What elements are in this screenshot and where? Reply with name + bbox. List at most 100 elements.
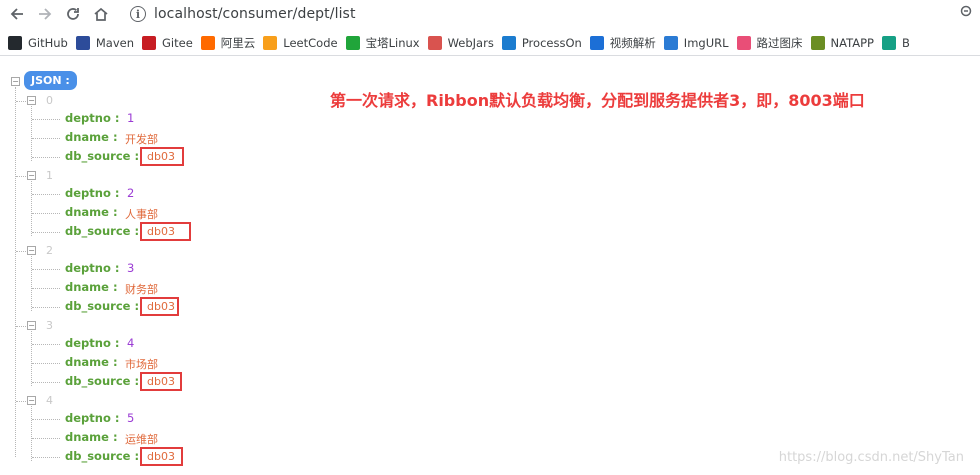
bookmark-label: ProcessOn xyxy=(521,35,582,50)
webjars-icon xyxy=(427,35,442,50)
bookmark-maven[interactable]: Maven xyxy=(75,33,134,53)
bookmark-processon[interactable]: ProcessOn xyxy=(501,33,582,53)
tree-line xyxy=(32,194,60,195)
collapse-item-toggle[interactable]: − xyxy=(27,171,36,180)
key-db-source: db_source : xyxy=(65,149,140,163)
arrow-left-icon xyxy=(10,8,23,20)
forward-button[interactable] xyxy=(34,3,56,25)
tree-line xyxy=(32,344,60,345)
tree-line xyxy=(32,138,60,139)
bookmark-luguo[interactable]: 路过图床 xyxy=(736,33,803,53)
bookmark-label: WebJars xyxy=(447,35,494,50)
bookmark-imgurl[interactable]: ImgURL xyxy=(663,33,729,53)
collapse-item-toggle[interactable]: − xyxy=(27,246,36,255)
zoom-icon[interactable] xyxy=(960,5,974,19)
github-icon xyxy=(8,35,22,50)
tree-line xyxy=(32,307,60,308)
item-index: 3 xyxy=(46,319,53,332)
value-dname: 市场部 xyxy=(125,358,158,371)
tree-line xyxy=(31,331,32,386)
tree-line xyxy=(16,101,26,102)
value-deptno: 2 xyxy=(127,186,135,200)
key-deptno: deptno : xyxy=(65,411,120,425)
key-dname: dname : xyxy=(65,205,118,219)
collapse-root-toggle[interactable]: − xyxy=(11,77,20,86)
gitee-icon xyxy=(142,35,156,50)
home-icon xyxy=(94,7,108,21)
highlight-box xyxy=(140,447,183,466)
video-icon xyxy=(589,35,604,50)
tree-line xyxy=(16,326,26,327)
json-root-badge: JSON : xyxy=(24,71,77,90)
value-deptno: 3 xyxy=(127,261,135,275)
tree-line xyxy=(32,363,60,364)
bookmark-b[interactable]: B xyxy=(881,33,910,53)
bookmark-leetcode[interactable]: LeetCode xyxy=(263,33,338,53)
collapse-item-toggle[interactable]: − xyxy=(27,96,36,105)
key-deptno: deptno : xyxy=(65,111,120,125)
collapse-item-toggle[interactable]: − xyxy=(27,396,36,405)
b-icon xyxy=(881,35,896,50)
bookmark-natapp[interactable]: NATAPP xyxy=(810,33,874,53)
bookmark-label: 路过图床 xyxy=(756,35,803,50)
bookmark-label: NATAPP xyxy=(830,35,874,50)
value-deptno: 4 xyxy=(127,336,135,350)
back-button[interactable] xyxy=(6,3,28,25)
value-dname: 运维部 xyxy=(125,433,158,446)
collapse-item-toggle[interactable]: − xyxy=(27,321,36,330)
item-index: 4 xyxy=(46,394,53,407)
key-dname: dname : xyxy=(65,130,118,144)
bookmark-label: 视频解析 xyxy=(609,35,656,50)
tree-line xyxy=(32,382,60,383)
bookmark-label: Gitee xyxy=(162,35,193,50)
tree-line xyxy=(32,419,60,420)
browser-toolbar: i localhost/consumer/dept/list xyxy=(0,0,980,30)
value-dname: 财务部 xyxy=(125,283,158,296)
aliyun-icon xyxy=(200,35,215,50)
bookmark-github[interactable]: GitHub xyxy=(8,33,68,53)
key-dname: dname : xyxy=(65,280,118,294)
tree-line xyxy=(32,438,60,439)
bookmark-video[interactable]: 视频解析 xyxy=(589,33,656,53)
tree-line xyxy=(32,288,60,289)
bookmark-label: Maven xyxy=(95,35,134,50)
item-index: 1 xyxy=(46,169,53,182)
leetcode-icon xyxy=(263,35,278,50)
info-icon[interactable]: i xyxy=(130,6,146,22)
address-url[interactable]: localhost/consumer/dept/list xyxy=(154,6,356,22)
bookmark-webjars[interactable]: WebJars xyxy=(427,33,494,53)
processon-icon xyxy=(501,35,516,50)
tree-line xyxy=(31,256,32,311)
bookmark-gitee[interactable]: Gitee xyxy=(142,33,193,53)
json-viewer: − JSON : − 0 deptno : 1 dname : 开发部 db_source … xyxy=(0,57,980,475)
tree-line xyxy=(31,106,32,161)
home-button[interactable] xyxy=(90,3,112,25)
value-deptno: 5 xyxy=(127,411,135,425)
address-bar[interactable]: i localhost/consumer/dept/list xyxy=(120,2,970,26)
tree-line xyxy=(32,269,60,270)
tree-line xyxy=(16,176,26,177)
bookmark-label: 宝塔Linux xyxy=(365,35,420,50)
value-deptno: 1 xyxy=(127,111,135,125)
tree-line xyxy=(32,213,60,214)
maven-icon xyxy=(75,35,90,50)
bookmark-label: ImgURL xyxy=(683,35,729,50)
highlight-box xyxy=(140,147,184,166)
key-db-source: db_source : xyxy=(65,299,140,313)
bookmark-aliyun[interactable]: 阿里云 xyxy=(200,33,255,53)
bookmark-label: B xyxy=(901,35,910,50)
bookmark-label: GitHub xyxy=(28,35,68,50)
reload-button[interactable] xyxy=(62,3,84,25)
tree-line xyxy=(16,251,26,252)
tree-line xyxy=(32,119,60,120)
tree-line xyxy=(32,157,60,158)
bookmark-label: LeetCode xyxy=(283,35,338,50)
item-index: 2 xyxy=(46,244,53,257)
imgurl-icon xyxy=(663,35,678,50)
value-dname: 人事部 xyxy=(125,208,158,221)
key-dname: dname : xyxy=(65,430,118,444)
tree-line xyxy=(32,232,60,233)
highlight-box xyxy=(140,372,182,391)
highlight-box xyxy=(140,222,191,241)
bookmark-bt[interactable]: 宝塔Linux xyxy=(345,33,420,53)
